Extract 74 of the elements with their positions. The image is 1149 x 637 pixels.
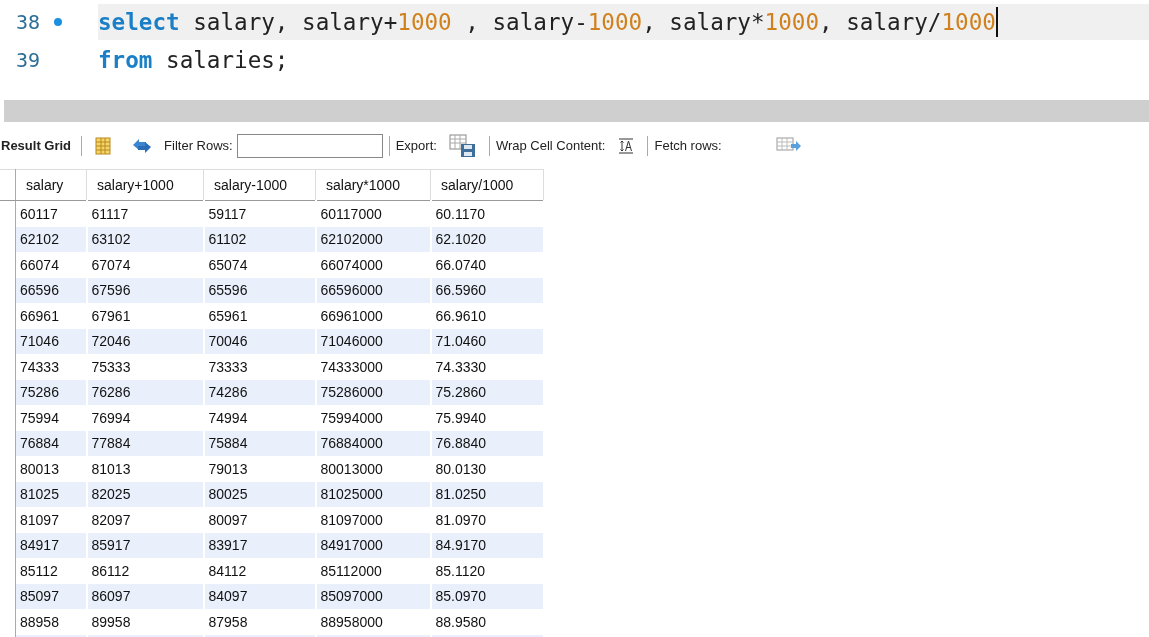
table-cell: 84.9170 xyxy=(430,532,544,558)
table-cell: 79013 xyxy=(203,456,316,482)
table-cell: 84097 xyxy=(203,583,316,609)
table-cell: 82025 xyxy=(86,481,204,507)
table-cell: 85.1120 xyxy=(430,558,544,584)
table-cell: 74333000 xyxy=(315,354,431,380)
table-cell: 81097 xyxy=(15,507,87,533)
column-header[interactable]: salary*1000 xyxy=(315,169,431,201)
table-cell: 76.8840 xyxy=(430,430,544,456)
table-cell: 76884000 xyxy=(315,430,431,456)
table-cell: 85917 xyxy=(86,532,204,558)
table-cell: 83917 xyxy=(203,532,316,558)
table-cell: 74286 xyxy=(203,379,316,405)
table-cell: 80013000 xyxy=(315,456,431,482)
fetch-label: Fetch rows: xyxy=(654,138,722,153)
table-cell: 85097000 xyxy=(315,583,431,609)
table-cell: 75333 xyxy=(86,354,204,380)
table-cell: 65596 xyxy=(203,277,316,303)
table-cell: 71046000 xyxy=(315,328,431,354)
column-header[interactable]: salary+1000 xyxy=(86,169,204,201)
grid-icon[interactable] xyxy=(94,136,113,155)
table-cell: 86097 xyxy=(86,583,204,609)
wrap-label: Wrap Cell Content: xyxy=(495,138,606,153)
table-cell: 80.0130 xyxy=(430,456,544,482)
table-cell: 84112 xyxy=(203,558,316,584)
line-number: 38 xyxy=(14,10,40,34)
table-cell: 77884 xyxy=(86,430,204,456)
save-icon[interactable] xyxy=(448,133,477,158)
table-cell: 66074 xyxy=(15,252,87,278)
result-grid-tab[interactable]: Result Grid xyxy=(1,138,78,153)
code-line: from salaries; xyxy=(98,46,290,75)
table-cell: 81013 xyxy=(86,456,204,482)
table-cell: 80025 xyxy=(203,481,316,507)
column-header[interactable]: salary-1000 xyxy=(203,169,316,201)
column-header[interactable]: salary/1000 xyxy=(430,169,544,201)
table-cell: 84917000 xyxy=(315,532,431,558)
table-cell: 67074 xyxy=(86,252,204,278)
table-cell: 65074 xyxy=(203,252,316,278)
table-cell: 71.0460 xyxy=(430,328,544,354)
table-cell: 75286000 xyxy=(315,379,431,405)
table-cell: 70046 xyxy=(203,328,316,354)
filter-field[interactable] xyxy=(236,133,383,158)
table-cell: 74333 xyxy=(15,354,87,380)
wrap-text-icon[interactable] xyxy=(617,136,636,155)
table-cell: 81025000 xyxy=(315,481,431,507)
table-cell: 66074000 xyxy=(315,252,431,278)
table-cell: 81.0250 xyxy=(430,481,544,507)
table-cell: 63102 xyxy=(86,226,204,252)
filter-label: Filter Rows: xyxy=(164,138,233,153)
table-cell: 60117 xyxy=(15,200,87,227)
table-cell: 85112000 xyxy=(315,558,431,584)
table-cell: 66596000 xyxy=(315,277,431,303)
table-cell: 88958 xyxy=(15,609,87,635)
table-cell: 80013 xyxy=(15,456,87,482)
table-cell: 67596 xyxy=(86,277,204,303)
table-cell: 75994 xyxy=(15,405,87,431)
table-cell: 85.0970 xyxy=(430,583,544,609)
table-cell: 75884 xyxy=(203,430,316,456)
table-cell: 66.5960 xyxy=(430,277,544,303)
table-cell: 62.1020 xyxy=(430,226,544,252)
table-cell: 86112 xyxy=(86,558,204,584)
table-cell: 85112 xyxy=(15,558,87,584)
column-header[interactable]: salary xyxy=(15,169,87,201)
table-cell: 74.3330 xyxy=(430,354,544,380)
line-number: 39 xyxy=(14,48,40,72)
table-cell: 73333 xyxy=(203,354,316,380)
export-label: Export: xyxy=(395,138,437,153)
table-cell: 66961 xyxy=(15,303,87,329)
table-cell: 75.2860 xyxy=(430,379,544,405)
table-cell: 61102 xyxy=(203,226,316,252)
table-cell: 66.0740 xyxy=(430,252,544,278)
table-cell: 62102000 xyxy=(315,226,431,252)
table-cell: 76286 xyxy=(86,379,204,405)
table-cell: 72046 xyxy=(86,328,204,354)
